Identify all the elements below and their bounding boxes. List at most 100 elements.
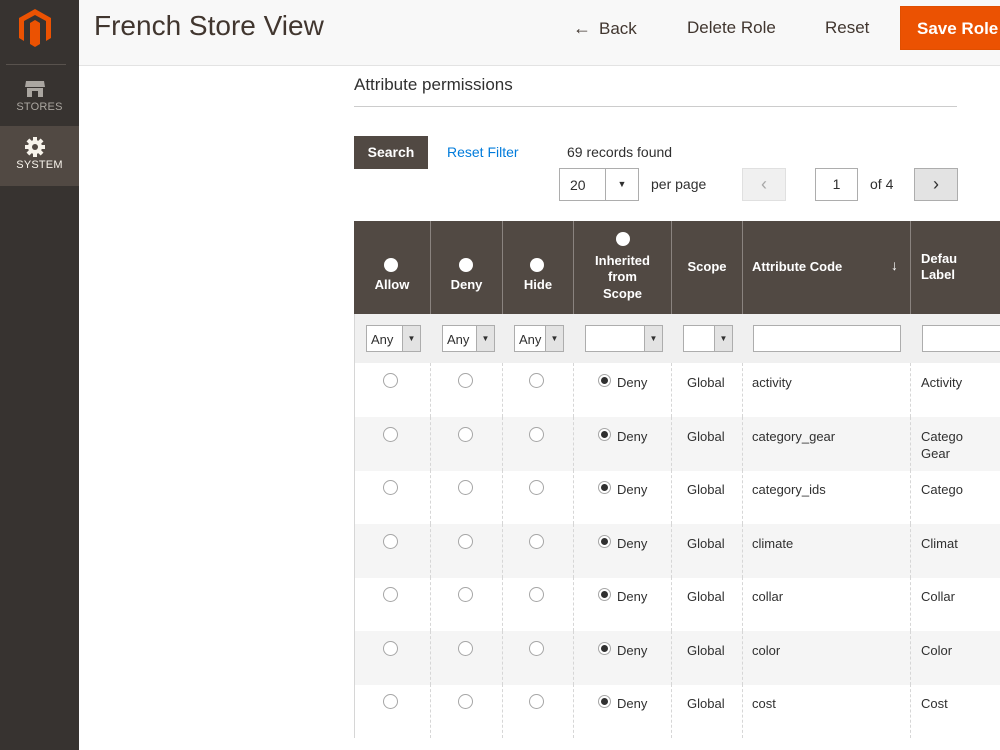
inherited-radio[interactable]	[598, 588, 611, 601]
select-all-deny-radio[interactable]	[459, 258, 473, 272]
deny-cell	[431, 363, 503, 417]
column-label: Scope	[602, 286, 642, 301]
inherited-filter-select[interactable]: ▼	[585, 325, 663, 352]
page-title: French Store View	[94, 10, 324, 41]
hide-cell	[503, 470, 574, 524]
column-header-attribute-code[interactable]: Attribute Code ↓	[743, 221, 911, 314]
allow-radio[interactable]	[383, 533, 398, 549]
allow-filter-select[interactable]: Any ▼	[366, 325, 421, 352]
hide-cell	[503, 416, 574, 471]
scope-cell: Global	[672, 630, 743, 685]
column-header-default-label[interactable]: Defau Label	[911, 221, 1000, 314]
next-page-button[interactable]: ›	[914, 168, 958, 201]
allow-radio[interactable]	[383, 373, 398, 388]
deny-filter-select[interactable]: Any ▼	[442, 325, 495, 352]
scope-cell: Global	[672, 416, 743, 471]
allow-cell	[355, 523, 431, 578]
select-all-hide-radio[interactable]	[530, 258, 544, 272]
deny-radio[interactable]	[458, 480, 473, 495]
inherited-radio[interactable]	[598, 695, 611, 708]
inherited-cell: Deny	[574, 416, 672, 471]
chevron-down-icon: ▼	[605, 169, 638, 200]
scope-filter-select[interactable]: ▼	[683, 325, 733, 352]
search-button[interactable]: Search	[354, 136, 428, 169]
nav-item-label: STORES	[16, 101, 63, 113]
inherited-radio[interactable]	[598, 641, 611, 655]
reset-filter-link[interactable]: Reset Filter	[447, 144, 519, 160]
allow-cell	[355, 684, 431, 738]
inherited-value: Deny	[617, 642, 648, 658]
column-label: Hide	[523, 277, 553, 292]
inherited-cell: Deny	[574, 470, 672, 524]
per-page-select[interactable]: 20 ▼	[559, 168, 639, 201]
select-all-inherited-radio[interactable]	[616, 232, 630, 246]
reset-button[interactable]: Reset	[825, 0, 869, 56]
column-header-deny[interactable]: Deny	[431, 221, 503, 314]
column-header-scope[interactable]: Scope	[672, 221, 743, 314]
table-row: Deny Global climate Climat	[354, 523, 1000, 578]
deny-radio[interactable]	[458, 640, 473, 656]
hide-cell	[503, 523, 574, 578]
hide-radio[interactable]	[529, 373, 544, 388]
deny-radio[interactable]	[458, 694, 473, 709]
attribute-code-cell: activity	[743, 363, 911, 417]
allow-radio[interactable]	[383, 694, 398, 709]
allow-radio[interactable]	[383, 640, 398, 656]
default-label-cell: Climat	[911, 524, 1000, 578]
allow-radio[interactable]	[383, 587, 398, 602]
allow-cell	[355, 416, 431, 471]
table-row: Deny Global color Color	[354, 630, 1000, 685]
deny-radio[interactable]	[458, 533, 473, 549]
hide-cell	[503, 684, 574, 738]
allow-radio[interactable]	[383, 426, 398, 442]
column-label: Attribute Code	[752, 259, 843, 274]
hide-radio[interactable]	[529, 640, 544, 656]
deny-cell	[431, 416, 503, 471]
delete-role-button[interactable]: Delete Role	[687, 0, 776, 56]
deny-cell	[431, 630, 503, 685]
nav-item-system[interactable]: SYSTEM	[0, 126, 79, 186]
page-total-label: of 4	[870, 176, 894, 192]
deny-radio[interactable]	[458, 373, 473, 388]
column-label: Deny	[450, 277, 483, 292]
attribute-code-filter-input[interactable]	[753, 325, 901, 352]
column-header-hide[interactable]: Hide	[503, 221, 574, 314]
nav-item-stores[interactable]: STORES	[0, 68, 79, 128]
arrow-left-icon: ←	[573, 18, 591, 38]
attribute-code-cell: category_ids	[743, 470, 911, 524]
previous-page-button[interactable]: ‹	[742, 168, 786, 201]
inherited-radio[interactable]	[598, 534, 611, 548]
gear-icon	[25, 137, 45, 157]
back-button[interactable]: ← Back	[573, 0, 637, 56]
chevron-left-icon: ‹	[761, 174, 767, 194]
column-header-allow[interactable]: Allow	[354, 221, 431, 314]
chevron-down-icon: ▼	[714, 326, 732, 351]
inherited-radio[interactable]	[598, 427, 611, 441]
select-all-allow-radio[interactable]	[384, 258, 398, 272]
column-header-inherited[interactable]: Inherited from Scope	[574, 221, 672, 314]
scope-cell: Global	[672, 577, 743, 631]
hide-filter-select[interactable]: Any ▼	[514, 325, 564, 352]
save-role-button[interactable]: Save Role	[900, 6, 1000, 50]
hide-radio[interactable]	[529, 694, 544, 709]
default-label-cell: Activity	[911, 363, 1000, 417]
default-label-filter-input[interactable]	[922, 325, 1000, 352]
hide-radio[interactable]	[529, 480, 544, 495]
hide-radio[interactable]	[529, 426, 544, 442]
page-number-input[interactable]: 1	[815, 168, 858, 201]
inherited-radio[interactable]	[598, 374, 611, 387]
default-label-cell: Catego	[911, 470, 1000, 524]
inherited-cell: Deny	[574, 630, 672, 685]
deny-radio[interactable]	[458, 587, 473, 602]
attribute-code-cell: color	[743, 630, 911, 685]
magento-logo-icon[interactable]	[17, 8, 53, 48]
page-header: French Store View ← Back Delete Role Rese…	[79, 0, 1000, 66]
inherited-radio[interactable]	[598, 481, 611, 494]
hide-radio[interactable]	[529, 587, 544, 602]
default-label-cell: Cost	[911, 684, 1000, 738]
admin-sidebar: STORES SYSTEM	[0, 0, 79, 750]
allow-radio[interactable]	[383, 480, 398, 495]
attribute-code-cell: collar	[743, 577, 911, 631]
hide-radio[interactable]	[529, 533, 544, 549]
deny-radio[interactable]	[458, 426, 473, 442]
